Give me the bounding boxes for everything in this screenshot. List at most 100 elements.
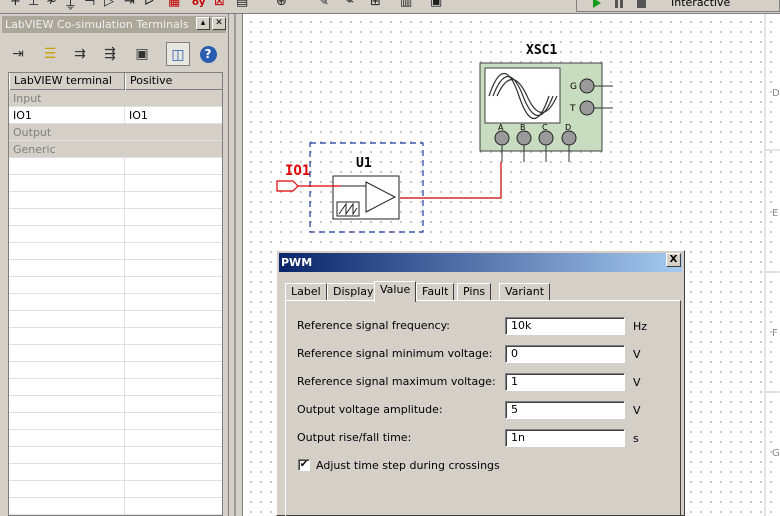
column-header-terminal[interactable]: LabVIEW terminal: [9, 73, 125, 90]
toolbar-icon[interactable]: ⊕: [276, 0, 287, 9]
empty-table-row[interactable]: [9, 209, 222, 226]
cell-positive-connection: IO1: [129, 109, 148, 122]
tab-value[interactable]: Value: [374, 281, 417, 302]
empty-table-row[interactable]: [9, 481, 222, 498]
add-terminal-icon[interactable]: ☰: [38, 42, 62, 66]
main-toolbar: + ⊥ ≁ ⏚ ⊣ ▷ ⇥ ᐅ ▦ oy ⊠ ▤ ⊕ ✎ ⌁ ⊞ ▥ ▣ Int…: [0, 0, 780, 14]
field-unit: V: [633, 404, 641, 417]
toolbar-icon[interactable]: ᐅ: [144, 0, 154, 9]
help-icon[interactable]: ?: [196, 42, 220, 66]
cell-terminal: IO1: [13, 109, 32, 122]
empty-table-row[interactable]: [9, 396, 222, 413]
pwm-component-u1[interactable]: U1: [309, 142, 424, 233]
toolbar-icon[interactable]: ⏚: [64, 0, 77, 13]
adjust-timestep-label[interactable]: Adjust time step during crossings: [316, 459, 500, 472]
toolbar-icon[interactable]: ✎: [318, 0, 329, 9]
cell-terminal: Generic: [13, 143, 56, 156]
ruler-letter-d: D: [772, 88, 780, 99]
io1-port[interactable]: IO1: [276, 163, 341, 192]
toolbar-icon[interactable]: ⊥: [28, 0, 39, 9]
stop-icon[interactable]: [637, 0, 646, 8]
table-section-row[interactable]: Input: [9, 90, 222, 107]
empty-table-row[interactable]: [9, 464, 222, 481]
reference-frequency-input[interactable]: 10k: [505, 317, 625, 335]
tab-variant[interactable]: Variant: [499, 283, 551, 301]
pwm-dialog: PWM X Label Display Value Fault Pins Var…: [276, 250, 685, 516]
tab-pins[interactable]: Pins: [457, 283, 492, 301]
adjust-timestep-checkbox[interactable]: ✔: [298, 459, 310, 471]
reference-max-voltage-input[interactable]: 1: [505, 373, 625, 391]
toolbar-icon[interactable]: ▣: [430, 0, 442, 9]
toolbar-icon[interactable]: ▷: [104, 0, 114, 9]
transfer-icon[interactable]: ⇥: [6, 42, 30, 66]
empty-table-row[interactable]: [9, 192, 222, 209]
field-unit: V: [633, 348, 641, 361]
empty-table-row[interactable]: [9, 158, 222, 175]
output-amplitude-input[interactable]: 5: [505, 401, 625, 419]
toolbar-icon[interactable]: ⇥: [124, 0, 135, 9]
dialog-close-button[interactable]: X: [666, 253, 681, 267]
empty-table-row[interactable]: [9, 447, 222, 464]
empty-table-row[interactable]: [9, 243, 222, 260]
empty-table-row[interactable]: [9, 277, 222, 294]
value-tab-panel: Reference signal frequency: 10k Hz Refer…: [285, 300, 681, 516]
reference-min-voltage-input[interactable]: 0: [505, 345, 625, 363]
dialog-title-bar[interactable]: PWM: [279, 253, 682, 272]
move-down-icon[interactable]: ⇶: [98, 42, 122, 66]
tab-label[interactable]: Label: [285, 283, 327, 301]
simulation-controls: Interactive: [576, 0, 780, 12]
panel-dock-button[interactable]: ▴: [196, 17, 210, 30]
terminals-table: LabVIEW terminal Positive connection Inp…: [8, 72, 223, 516]
field-reference-max-voltage: Reference signal maximum voltage: 1 V: [297, 373, 677, 391]
table-row[interactable]: IO1 IO1: [9, 107, 222, 124]
panel-splitter[interactable]: [229, 14, 243, 516]
toolbar-icon[interactable]: oy: [192, 0, 205, 8]
empty-table-row[interactable]: [9, 226, 222, 243]
table-section-row[interactable]: Generic: [9, 141, 222, 158]
field-reference-min-voltage: Reference signal minimum voltage: 0 V: [297, 345, 677, 363]
table-header: LabVIEW terminal Positive connection: [9, 73, 222, 103]
frame-icon[interactable]: ▣: [130, 42, 154, 66]
output-wire[interactable]: [400, 162, 502, 199]
simulation-mode-label[interactable]: Interactive: [671, 0, 730, 9]
toolbar-icon[interactable]: ▤: [236, 0, 248, 9]
oscilloscope-xsc1[interactable]: XSC1 G T A B C D: [479, 43, 613, 162]
toolbar-icon[interactable]: ⊣: [84, 0, 95, 9]
empty-table-row[interactable]: [9, 311, 222, 328]
empty-table-row[interactable]: [9, 430, 222, 447]
oscilloscope-label: XSC1: [526, 43, 557, 58]
view-icon[interactable]: ◫: [166, 42, 190, 66]
toolbar-icon[interactable]: ▦: [168, 0, 180, 9]
empty-table-row[interactable]: [9, 379, 222, 396]
toolbar-icon[interactable]: ⌁: [346, 0, 354, 9]
move-up-icon[interactable]: ⇉: [68, 42, 92, 66]
port-label: IO1: [285, 163, 310, 179]
run-icon[interactable]: [593, 0, 601, 8]
empty-table-row[interactable]: [9, 498, 222, 515]
empty-table-row[interactable]: [9, 413, 222, 430]
panel-close-button[interactable]: ✕: [212, 17, 226, 30]
empty-table-row[interactable]: [9, 328, 222, 345]
toolbar-icon[interactable]: ⊞: [370, 0, 381, 9]
field-unit: V: [633, 376, 641, 389]
empty-table-row[interactable]: [9, 345, 222, 362]
toolbar-icon[interactable]: ⊠: [214, 0, 225, 9]
table-section-row[interactable]: Output: [9, 124, 222, 141]
toolbar-icon[interactable]: ▥: [400, 0, 412, 9]
toolbar-icon[interactable]: +: [10, 0, 21, 9]
field-label: Output rise/fall time:: [297, 431, 412, 444]
field-output-amplitude: Output voltage amplitude: 5 V: [297, 401, 677, 419]
empty-table-row[interactable]: [9, 294, 222, 311]
tab-fault[interactable]: Fault: [416, 283, 455, 301]
dialog-title: PWM: [281, 256, 313, 269]
ruler-letter-g: G: [772, 448, 780, 459]
empty-table-row[interactable]: [9, 175, 222, 192]
empty-table-row[interactable]: [9, 260, 222, 277]
field-label: Reference signal frequency:: [297, 319, 451, 332]
pause-icon[interactable]: [615, 0, 623, 8]
tab-display[interactable]: Display: [327, 283, 380, 301]
toolbar-icon[interactable]: ≁: [46, 0, 57, 9]
empty-table-row[interactable]: [9, 362, 222, 379]
rise-fall-time-input[interactable]: 1n: [505, 429, 625, 447]
column-header-positive[interactable]: Positive connection: [125, 73, 222, 103]
